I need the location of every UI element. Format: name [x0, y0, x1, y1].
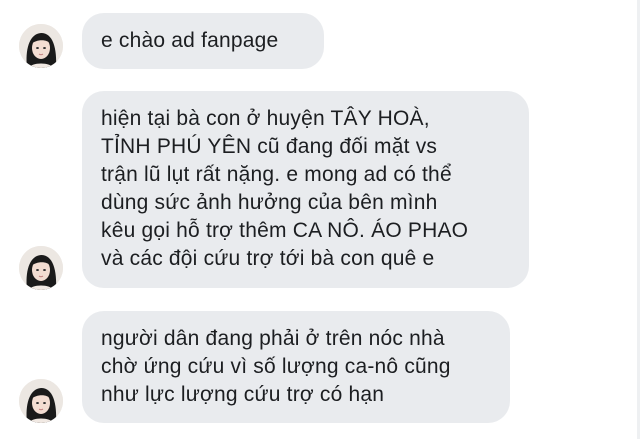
- message-line: hiện tại bà con ở huyện TÂY HOÀ,: [101, 107, 430, 130]
- sender-avatar[interactable]: [19, 379, 63, 423]
- message-line: như lực lượng cứu trợ có hạn: [101, 383, 385, 406]
- message-line: dùng sức ảnh hưởng của bên mình: [101, 191, 438, 214]
- sender-avatar[interactable]: [19, 24, 63, 68]
- chat-thread: e chào ad fanpage hiện tại bà con ở huyệ…: [0, 0, 640, 439]
- message-line: người dân đang phải ở trên nóc nhà: [101, 327, 445, 350]
- sender-avatar[interactable]: [19, 246, 63, 290]
- message-line: kêu gọi hỗ trợ thêm CA NÔ. ÁO PHAO: [101, 219, 469, 242]
- message-line: chờ ứng cứu vì số lượng ca-nô cũng: [101, 355, 451, 378]
- message-line: trận lũ lụt rất nặng. e mong ad có thể: [101, 163, 452, 186]
- message-line: và các đội cứu trợ tới bà con quê e: [101, 247, 435, 270]
- message-line: TỈNH PHÚ YÊN cũ đang đối mặt vs: [101, 135, 438, 158]
- message-line: e chào ad fanpage: [101, 29, 279, 52]
- message-bubble: người dân đang phải ở trên nóc nhà chờ ứ…: [82, 311, 510, 423]
- message-bubble: e chào ad fanpage: [82, 13, 324, 69]
- avatar-photo-icon: [19, 246, 63, 290]
- message-bubble: hiện tại bà con ở huyện TÂY HOÀ, TỈNH PH…: [82, 91, 529, 288]
- avatar-photo-icon: [19, 379, 63, 423]
- avatar-photo-icon: [19, 24, 63, 68]
